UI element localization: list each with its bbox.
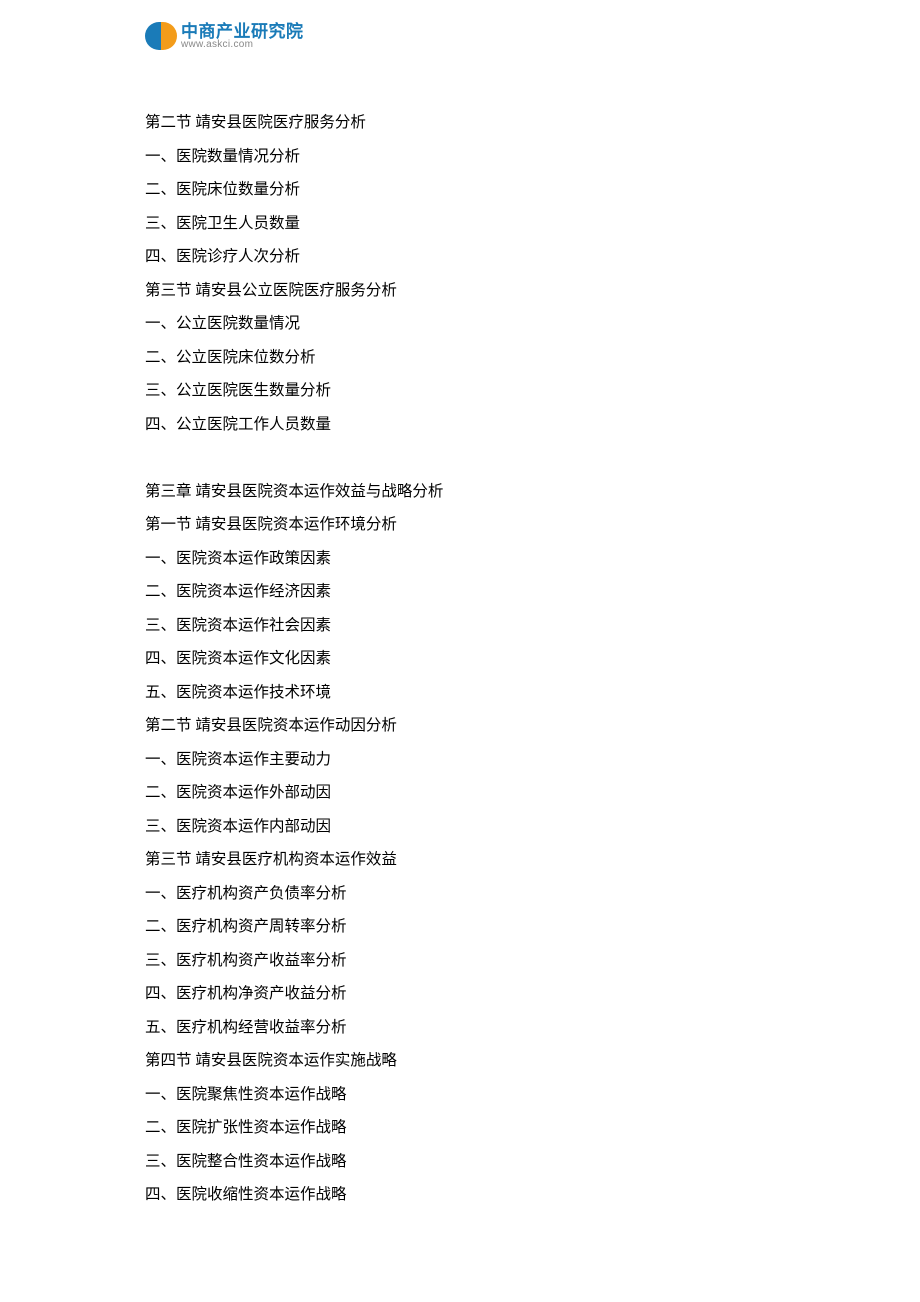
toc-line: 第三章 靖安县医院资本运作效益与战略分析 (145, 475, 785, 509)
document-content: 第二节 靖安县医院医疗服务分析 一、医院数量情况分析 二、医院床位数量分析 三、… (145, 106, 785, 1212)
logo-url-text: www.askci.com (181, 40, 304, 50)
toc-line: 四、医院资本运作文化因素 (145, 642, 785, 676)
toc-line: 第一节 靖安县医院资本运作环境分析 (145, 508, 785, 542)
toc-line: 二、公立医院床位数分析 (145, 341, 785, 375)
toc-line: 二、医院资本运作外部动因 (145, 776, 785, 810)
logo-icon (145, 20, 177, 52)
toc-line: 三、医院卫生人员数量 (145, 207, 785, 241)
toc-line: 三、公立医院医生数量分析 (145, 374, 785, 408)
toc-line: 二、医院床位数量分析 (145, 173, 785, 207)
toc-line: 五、医院资本运作技术环境 (145, 676, 785, 710)
toc-line: 四、公立医院工作人员数量 (145, 408, 785, 442)
toc-line: 四、医院收缩性资本运作战略 (145, 1178, 785, 1212)
blank-line (145, 441, 785, 475)
toc-line: 五、医疗机构经营收益率分析 (145, 1011, 785, 1045)
toc-line: 四、医院诊疗人次分析 (145, 240, 785, 274)
toc-line: 一、医院资本运作主要动力 (145, 743, 785, 777)
toc-line: 三、医院整合性资本运作战略 (145, 1145, 785, 1179)
logo-text-block: 中商产业研究院 www.askci.com (181, 23, 304, 50)
toc-line: 一、公立医院数量情况 (145, 307, 785, 341)
toc-line: 第二节 靖安县医院资本运作动因分析 (145, 709, 785, 743)
toc-line: 四、医疗机构净资产收益分析 (145, 977, 785, 1011)
toc-line: 第四节 靖安县医院资本运作实施战略 (145, 1044, 785, 1078)
toc-line: 一、医院聚焦性资本运作战略 (145, 1078, 785, 1112)
toc-line: 三、医院资本运作社会因素 (145, 609, 785, 643)
toc-line: 一、医院数量情况分析 (145, 140, 785, 174)
header-logo: 中商产业研究院 www.askci.com (145, 20, 304, 52)
logo-cn-text: 中商产业研究院 (181, 23, 304, 40)
toc-line: 三、医疗机构资产收益率分析 (145, 944, 785, 978)
toc-line: 第三节 靖安县公立医院医疗服务分析 (145, 274, 785, 308)
toc-line: 一、医疗机构资产负债率分析 (145, 877, 785, 911)
toc-line: 二、医院扩张性资本运作战略 (145, 1111, 785, 1145)
toc-line: 二、医疗机构资产周转率分析 (145, 910, 785, 944)
toc-line: 第二节 靖安县医院医疗服务分析 (145, 106, 785, 140)
toc-line: 第三节 靖安县医疗机构资本运作效益 (145, 843, 785, 877)
toc-line: 三、医院资本运作内部动因 (145, 810, 785, 844)
toc-line: 二、医院资本运作经济因素 (145, 575, 785, 609)
toc-line: 一、医院资本运作政策因素 (145, 542, 785, 576)
